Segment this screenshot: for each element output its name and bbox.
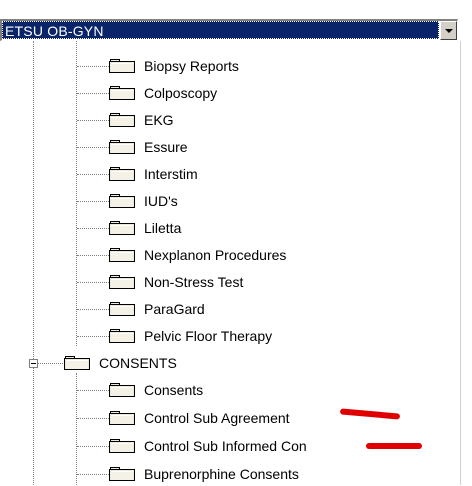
tree-branch bbox=[77, 282, 109, 283]
tree-item-label: IUD's bbox=[144, 193, 178, 209]
folder-icon bbox=[109, 439, 136, 453]
tree-branch bbox=[77, 446, 109, 447]
tree-branch bbox=[77, 474, 109, 475]
panel-divider bbox=[460, 41, 461, 485]
tree-item[interactable]: Interstim bbox=[109, 162, 198, 186]
red-marker-line bbox=[339, 408, 401, 420]
tree-item[interactable]: Consents bbox=[109, 378, 203, 402]
tree-item-label: EKG bbox=[144, 112, 174, 128]
tree-branch bbox=[77, 201, 109, 202]
folder-icon bbox=[109, 221, 136, 235]
tree-item-label: Essure bbox=[144, 139, 188, 155]
tree-item[interactable]: Control Sub Agreement bbox=[109, 406, 290, 430]
tree-item-label: Liletta bbox=[144, 220, 182, 236]
department-dropdown[interactable]: ETSU OB-GYN bbox=[0, 19, 458, 41]
tree-item[interactable]: Nexplanon Procedures bbox=[109, 243, 286, 267]
folder-icon bbox=[109, 59, 136, 73]
folder-icon bbox=[109, 86, 136, 100]
tree-item-label: Interstim bbox=[144, 166, 198, 182]
tree-branch bbox=[77, 93, 109, 94]
folder-icon bbox=[109, 248, 136, 262]
folder-icon bbox=[109, 383, 136, 397]
tree-branch bbox=[77, 66, 109, 67]
tree-item-label: Buprenorphine Consents bbox=[144, 466, 299, 482]
tree-item[interactable]: ParaGard bbox=[109, 297, 205, 321]
tree-item[interactable]: Colposcopy bbox=[109, 81, 217, 105]
tree-item[interactable]: Liletta bbox=[109, 216, 181, 240]
tree-item[interactable]: Essure bbox=[109, 135, 188, 159]
folder-icon bbox=[109, 467, 136, 481]
folder-icon bbox=[109, 411, 136, 425]
folder-icon bbox=[109, 194, 136, 208]
folder-icon bbox=[109, 113, 136, 127]
dropdown-arrow-button[interactable] bbox=[440, 21, 457, 40]
folder-icon bbox=[64, 356, 91, 370]
tree-item[interactable]: IUD's bbox=[109, 189, 178, 213]
folder-icon bbox=[109, 167, 136, 181]
dropdown-selected-value[interactable]: ETSU OB-GYN bbox=[2, 21, 439, 39]
tree-item[interactable]: Pelvic Floor Therapy bbox=[109, 324, 272, 348]
tree-item[interactable]: Buprenorphine Consents bbox=[109, 462, 299, 486]
tree-item[interactable]: Biopsy Reports bbox=[109, 54, 239, 78]
tree-item[interactable]: Control Sub Informed Con bbox=[109, 434, 307, 458]
tree-branch bbox=[77, 147, 109, 148]
tree-item-label: Colposcopy bbox=[144, 85, 218, 101]
tree-branch bbox=[77, 255, 109, 256]
tree-branch bbox=[77, 309, 109, 310]
tree-item-label: Control Sub Informed Con bbox=[144, 438, 307, 454]
tree-item[interactable]: Non-Stress Test bbox=[109, 270, 243, 294]
folder-icon bbox=[109, 275, 136, 289]
folder-icon bbox=[109, 140, 136, 154]
tree-item-label: Non-Stress Test bbox=[144, 274, 244, 290]
tree-branch bbox=[77, 120, 109, 121]
tree-branch bbox=[77, 390, 109, 391]
tree-item[interactable]: EKG bbox=[109, 108, 174, 132]
tree-branch bbox=[77, 418, 109, 419]
tree-branch bbox=[38, 363, 63, 364]
tree-item-label: Biopsy Reports bbox=[144, 58, 239, 74]
tree-folder-consents[interactable]: CONSENTS bbox=[64, 351, 177, 375]
tree-connector bbox=[33, 41, 34, 485]
tree-item-label: Pelvic Floor Therapy bbox=[144, 328, 273, 344]
tree-item-label: ParaGard bbox=[144, 301, 205, 317]
window-top bbox=[0, 0, 472, 19]
collapse-toggle[interactable] bbox=[29, 359, 38, 368]
red-marker-line bbox=[366, 443, 422, 449]
tree-item-label: Control Sub Agreement bbox=[144, 410, 290, 426]
document-tree[interactable]: Biopsy Reports Colposcopy EKG Essure Int… bbox=[0, 41, 458, 485]
tree-item-label: Nexplanon Procedures bbox=[144, 247, 287, 263]
tree-branch bbox=[77, 336, 109, 337]
tree-folder-label: CONSENTS bbox=[99, 355, 177, 371]
folder-icon bbox=[109, 329, 136, 343]
tree-connector bbox=[76, 41, 77, 346]
tree-branch bbox=[77, 174, 109, 175]
folder-icon bbox=[109, 302, 136, 316]
tree-branch bbox=[77, 228, 109, 229]
tree-item-label: Consents bbox=[144, 382, 204, 398]
